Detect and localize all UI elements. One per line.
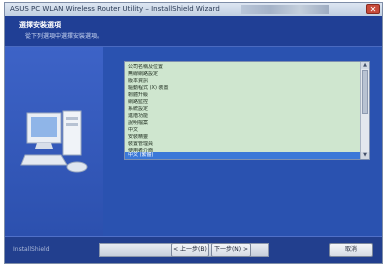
computer-icon bbox=[20, 110, 88, 173]
list-item[interactable]: 系統設定 bbox=[128, 106, 360, 113]
header-subtitle: 從下列選項中選擇安裝選項。 bbox=[25, 33, 104, 40]
cancel-button[interactable]: 取消 bbox=[329, 243, 373, 257]
list-item[interactable]: 韌體升級 bbox=[128, 92, 360, 99]
list-item[interactable]: 公司名稱及位置 bbox=[128, 64, 360, 71]
list-item[interactable]: 中文 bbox=[128, 127, 360, 134]
list-item[interactable]: 驅動程式 (X) 裝置 bbox=[128, 85, 360, 92]
list-scrollbar[interactable]: ▲ ▼ bbox=[360, 62, 369, 159]
list-item-selected[interactable]: 中文 (繁體) bbox=[125, 152, 360, 159]
wizard-footer: InstallShield < 上一步(B) 下一步(N) > 取消 bbox=[5, 236, 382, 263]
list-item[interactable]: 說明檔案 bbox=[128, 120, 360, 127]
window-title: ASUS PC WLAN Wireless Router Utility – I… bbox=[10, 5, 220, 13]
scroll-down-icon[interactable]: ▼ bbox=[361, 152, 369, 159]
header-title: 選擇安裝選項 bbox=[19, 21, 61, 29]
options-list[interactable]: 公司名稱及位置 無線網路設定 版本資訊 驅動程式 (X) 裝置 韌體升級 網路監… bbox=[124, 61, 370, 160]
list-item[interactable]: 網路監控 bbox=[128, 99, 360, 106]
title-bar-decoration bbox=[241, 5, 329, 14]
installer-window: ASUS PC WLAN Wireless Router Utility – I… bbox=[4, 2, 383, 264]
wizard-header: 選擇安裝選項 從下列選項中選擇安裝選項。 bbox=[5, 16, 382, 47]
scroll-up-icon[interactable]: ▲ bbox=[361, 62, 369, 69]
list-item[interactable]: 版本資訊 bbox=[128, 78, 360, 85]
list-item[interactable]: 進階功能 bbox=[128, 113, 360, 120]
list-item[interactable]: 無線網路設定 bbox=[128, 71, 360, 78]
title-bar[interactable]: ASUS PC WLAN Wireless Router Utility – I… bbox=[5, 3, 382, 17]
side-panel bbox=[5, 47, 103, 237]
back-button[interactable]: < 上一步(B) bbox=[171, 243, 209, 257]
list-item[interactable]: 裝置管理員 bbox=[128, 141, 360, 148]
next-button[interactable]: 下一步(N) > bbox=[211, 243, 251, 257]
scroll-thumb[interactable] bbox=[362, 70, 368, 114]
close-button[interactable]: ✕ bbox=[366, 4, 380, 14]
list-item[interactable]: 安裝精靈 bbox=[128, 134, 360, 141]
footer-brand: InstallShield bbox=[13, 246, 50, 253]
